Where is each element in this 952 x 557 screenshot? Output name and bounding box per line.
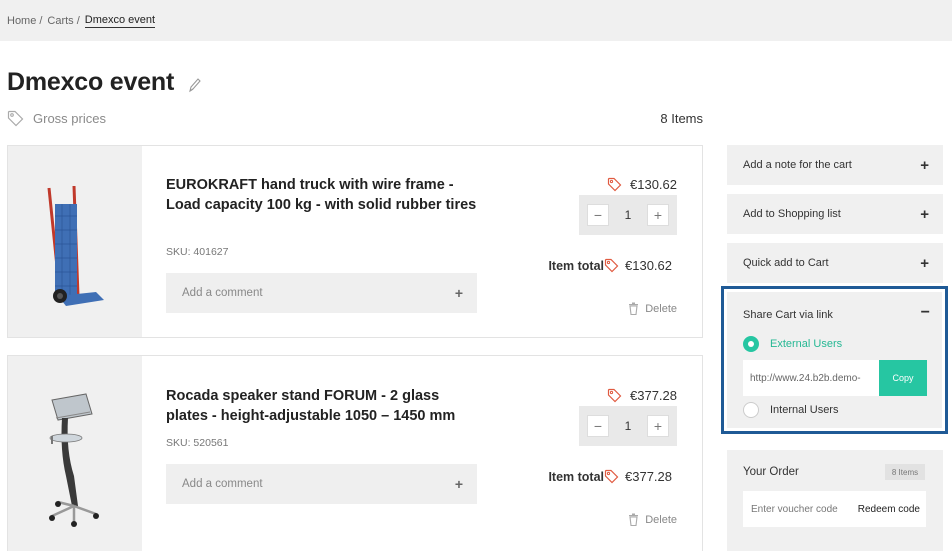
product-name[interactable]: EUROKRAFT hand truck with wire frame - L…	[166, 175, 484, 215]
speaker-stand-image	[49, 393, 99, 527]
product-image[interactable]	[8, 356, 142, 551]
plus-icon[interactable]: +	[455, 476, 463, 492]
internal-users-label: Internal Users	[770, 404, 839, 416]
price-tag-icon	[604, 469, 619, 484]
share-cart-label: Share Cart via link	[743, 309, 833, 321]
product-name[interactable]: Rocada speaker stand FORUM - 2 glass pla…	[166, 386, 484, 426]
quick-add-panel-label: Quick add to Cart	[743, 257, 829, 269]
unit-price: €130.62	[607, 177, 677, 192]
price-tag-icon	[604, 258, 619, 273]
quick-add-panel[interactable]: Quick add to Cart +	[727, 243, 943, 283]
breadcrumb-carts-link[interactable]: Carts	[47, 15, 73, 27]
unit-price: €377.28	[607, 388, 677, 403]
comment-field[interactable]: Add a comment +	[166, 464, 477, 504]
unit-price-value: €130.62	[630, 177, 677, 192]
product-sku: SKU: 520561	[166, 437, 229, 449]
breadcrumb-current: Dmexco event	[84, 13, 156, 28]
delete-button[interactable]: Delete	[628, 302, 677, 315]
voucher-form: Redeem code	[743, 491, 926, 527]
quantity-value[interactable]: 1	[625, 419, 632, 433]
note-panel-label: Add a note for the cart	[743, 159, 852, 171]
items-badge: 8 Items	[885, 464, 925, 480]
breadcrumb-home-link[interactable]: Home	[7, 15, 36, 27]
order-summary-label: Your Order	[743, 466, 799, 478]
product-sku: SKU: 401627	[166, 246, 229, 258]
comment-placeholder: Add a comment	[182, 287, 263, 299]
page-title: Dmexco event	[7, 68, 175, 96]
price-mode-label: Gross prices	[33, 111, 106, 126]
product-image[interactable]	[8, 146, 142, 337]
item-total-value: €130.62	[625, 258, 672, 273]
collapse-icon[interactable]: −	[921, 304, 930, 322]
increase-quantity-button[interactable]: +	[647, 415, 669, 437]
delete-label: Delete	[645, 302, 677, 315]
trash-icon	[629, 513, 639, 526]
price-mode: Gross prices	[7, 110, 106, 127]
pencil-icon[interactable]	[188, 77, 202, 93]
item-total-label: Item total	[548, 258, 604, 273]
quantity-stepper: − 1 +	[579, 195, 677, 235]
voucher-input[interactable]	[751, 491, 851, 527]
item-total: Item total €130.62	[548, 258, 672, 273]
title-row: Dmexco event	[7, 68, 202, 97]
redeem-code-button[interactable]: Redeem code	[858, 491, 920, 527]
copy-button[interactable]: Copy	[879, 360, 927, 396]
price-tag-icon	[607, 177, 622, 192]
breadcrumb-separator: /	[76, 14, 80, 27]
plus-icon[interactable]: +	[455, 285, 463, 301]
expand-icon[interactable]: +	[920, 243, 929, 283]
quantity-stepper: − 1 +	[579, 406, 677, 446]
cart-item: Rocada speaker stand FORUM - 2 glass pla…	[7, 355, 703, 551]
price-tag-icon	[7, 110, 24, 127]
increase-quantity-button[interactable]: +	[647, 204, 669, 226]
breadcrumb-separator: /	[39, 14, 43, 27]
share-cart-content: Share Cart via link − External Users htt…	[727, 292, 942, 428]
expand-icon[interactable]: +	[920, 145, 929, 185]
shopping-list-panel[interactable]: Add to Shopping list +	[727, 194, 943, 234]
order-summary-panel: Your Order 8 Items Redeem code	[727, 450, 943, 551]
shopping-list-panel-label: Add to Shopping list	[743, 208, 841, 220]
radio-unselected[interactable]	[743, 402, 759, 418]
note-panel[interactable]: Add a note for the cart +	[727, 145, 943, 185]
item-total-label: Item total	[548, 469, 604, 484]
delete-button[interactable]: Delete	[628, 513, 677, 526]
external-users-label: External Users	[770, 338, 843, 350]
decrease-quantity-button[interactable]: −	[587, 204, 609, 226]
items-count: 8 Items	[660, 111, 703, 126]
radio-selected[interactable]	[743, 336, 759, 352]
unit-price-value: €377.28	[630, 388, 677, 403]
share-cart-panel: Share Cart via link − External Users htt…	[721, 286, 948, 434]
price-tag-icon	[607, 388, 622, 403]
internal-users-option[interactable]: Internal Users	[743, 402, 838, 418]
decrease-quantity-button[interactable]: −	[587, 415, 609, 437]
trash-icon	[629, 302, 639, 315]
external-users-option[interactable]: External Users	[743, 336, 842, 352]
expand-icon[interactable]: +	[920, 194, 929, 234]
cart-item: EUROKRAFT hand truck with wire frame - L…	[7, 145, 703, 338]
hand-truck-image	[47, 185, 104, 306]
item-total-value: €377.28	[625, 469, 672, 484]
share-link-field[interactable]: http://www.24.b2b.demo-	[743, 360, 879, 396]
quantity-value[interactable]: 1	[625, 208, 632, 222]
breadcrumb: Home / Carts / Dmexco event	[0, 0, 952, 41]
comment-placeholder: Add a comment	[182, 478, 263, 490]
item-total: Item total €377.28	[548, 469, 672, 484]
delete-label: Delete	[645, 513, 677, 526]
comment-field[interactable]: Add a comment +	[166, 273, 477, 313]
